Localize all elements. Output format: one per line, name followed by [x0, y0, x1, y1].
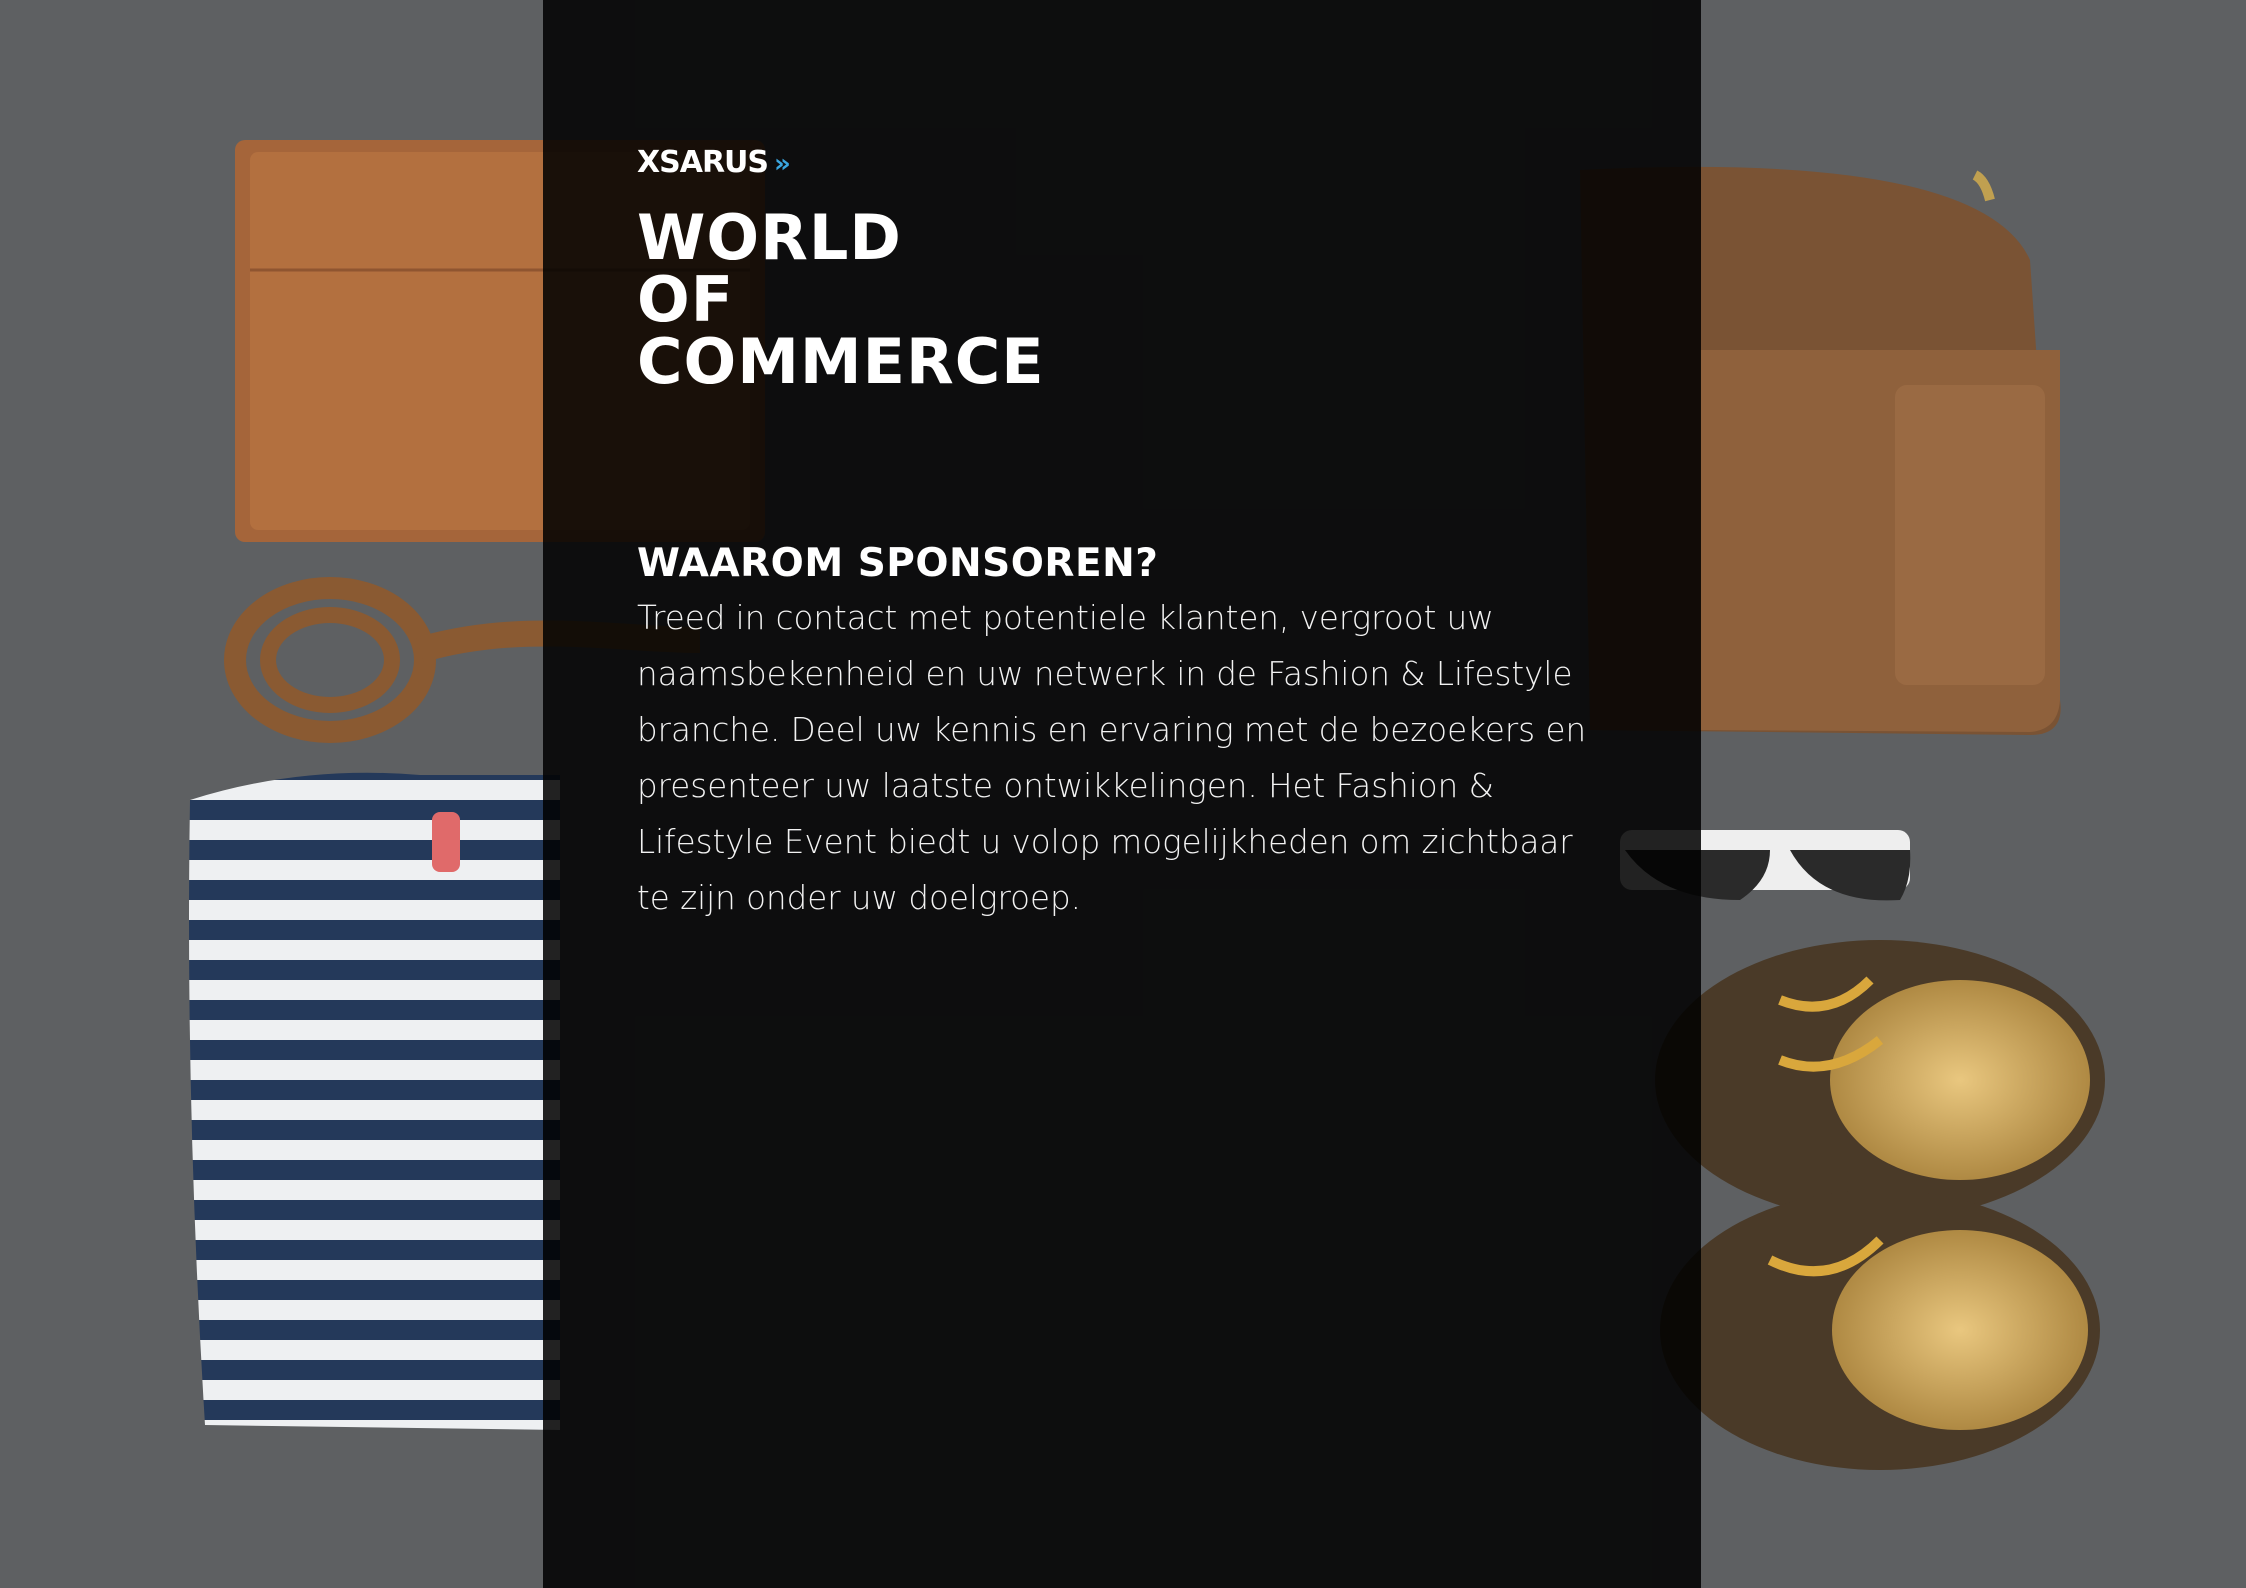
section-body: Treed in contact met potentiele klanten,… [637, 599, 1587, 917]
title-line: WORLD [637, 201, 902, 274]
page-title: WORLD OF COMMERCE [637, 207, 1617, 393]
logo-text: XSARUS [637, 145, 769, 180]
striped-shirt-image [189, 772, 560, 1430]
title-line: OF [637, 263, 735, 336]
section-heading: WAAROM SPONSOREN? [637, 541, 1159, 586]
xsarus-logo: XSARUS » [637, 145, 1617, 185]
content-block: XSARUS » WORLD OF COMMERCE WAAROM SPONSO… [637, 145, 1617, 926]
chevron-right-icon: » [774, 149, 791, 179]
title-line: COMMERCE [637, 325, 1045, 398]
